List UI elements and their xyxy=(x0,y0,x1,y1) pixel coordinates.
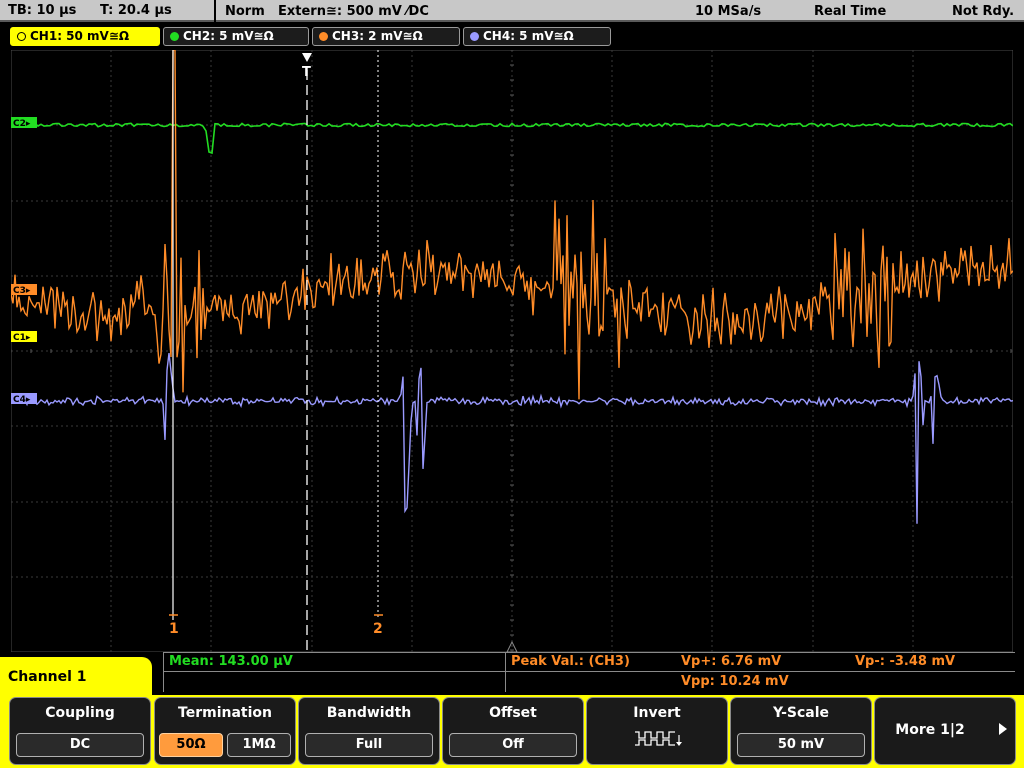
tab-ch3-label: CH3: 2 mV≅Ω xyxy=(332,29,423,43)
ch3-offset-marker[interactable]: C3▸ xyxy=(11,284,37,296)
offset-softkey[interactable]: Offset Off xyxy=(442,697,584,765)
ch4-offset-marker[interactable]: C4▸ xyxy=(11,393,37,405)
tab-ch4[interactable]: CH4: 5 mV≅Ω xyxy=(463,27,611,46)
mean-measurement: Mean: 143.00 µV xyxy=(169,654,293,669)
softkey-bar: Coupling DC Termination 50Ω 1MΩ Bandwidt… xyxy=(0,695,1024,768)
status-bar: TB: 10 µs T: 20.4 µs Norm Extern≅: 500 m… xyxy=(0,0,1024,24)
more-label: More 1|2 xyxy=(895,722,965,738)
acquisition-mode: Real Time xyxy=(814,4,887,19)
yscale-title: Y-Scale xyxy=(772,705,829,721)
trigger-marker-label: T xyxy=(302,65,311,80)
peak-value-label: Peak Val.: (CH3) xyxy=(511,654,630,669)
ch2-offset-label: C2▸ xyxy=(13,119,31,129)
ch1-dot-icon xyxy=(17,32,26,41)
coupling-title: Coupling xyxy=(45,705,115,721)
cursor-1-label: 1 xyxy=(169,621,179,637)
tab-ch3[interactable]: CH3: 2 mV≅Ω xyxy=(312,27,460,46)
arrow-right-icon xyxy=(999,723,1007,735)
measurement-panel: Mean: 143.00 µV Peak Val.: (CH3) Vp+: 6.… xyxy=(163,652,1015,692)
invert-waveform-icon xyxy=(635,731,682,746)
tab-ch1[interactable]: CH1: 50 mV≅Ω xyxy=(10,27,160,46)
ch2-offset-marker[interactable]: C2▸ xyxy=(11,117,37,129)
vpp-measurement: Vpp: 10.24 mV xyxy=(681,674,789,689)
coupling-value[interactable]: DC xyxy=(16,733,144,757)
ch2-dot-icon xyxy=(170,32,179,41)
trigger-mode: Norm xyxy=(225,4,265,19)
termination-1mohm[interactable]: 1MΩ xyxy=(227,733,291,757)
cursor-2-label: 2 xyxy=(373,621,383,637)
offset-title: Offset xyxy=(489,705,537,721)
tab-ch2[interactable]: CH2: 5 mV≅Ω xyxy=(163,27,309,46)
ch4-offset-label: C4▸ xyxy=(13,395,31,405)
offset-value[interactable]: Off xyxy=(449,733,577,757)
termination-50ohm[interactable]: 50Ω xyxy=(159,733,223,757)
coupling-softkey[interactable]: Coupling DC xyxy=(9,697,151,765)
meas-divider-mid xyxy=(163,671,1015,672)
yscale-softkey[interactable]: Y-Scale 50 mV xyxy=(730,697,872,765)
acquisition-state: Not Rdy. xyxy=(952,4,1015,19)
timebase-box[interactable]: TB: 10 µs T: 20.4 µs xyxy=(0,0,214,22)
invert-title: Invert xyxy=(633,705,681,721)
termination-title: Termination xyxy=(178,705,272,721)
tab-ch2-label: CH2: 5 mV≅Ω xyxy=(183,29,274,43)
ch1-offset-marker[interactable]: C1▸ xyxy=(11,331,37,343)
tab-ch4-label: CH4: 5 mV≅Ω xyxy=(483,29,574,43)
bandwidth-value[interactable]: Full xyxy=(305,733,433,757)
vp-plus-measurement: Vp+: 6.76 mV xyxy=(681,654,782,669)
invert-softkey[interactable]: Invert xyxy=(586,697,728,765)
tab-ch1-label: CH1: 50 mV≅Ω xyxy=(30,29,130,43)
ch3-dot-icon xyxy=(319,32,328,41)
trigger-position-readout: T: 20.4 µs xyxy=(100,3,172,18)
vp-minus-measurement: Vp-: -3.48 mV xyxy=(855,654,956,669)
bandwidth-softkey[interactable]: Bandwidth Full xyxy=(298,697,440,765)
meas-divider-v1 xyxy=(505,652,506,692)
meas-divider-v2 xyxy=(163,652,164,692)
timebase-readout: TB: 10 µs xyxy=(8,3,77,18)
sample-rate: 10 MSa/s xyxy=(695,4,762,19)
bandwidth-title: Bandwidth xyxy=(326,705,412,721)
menu-title: Channel 1 xyxy=(0,657,152,697)
ch3-offset-label: C3▸ xyxy=(13,286,31,296)
termination-softkey[interactable]: Termination 50Ω 1MΩ xyxy=(154,697,296,765)
ch4-dot-icon xyxy=(470,32,479,41)
yscale-value[interactable]: 50 mV xyxy=(737,733,865,757)
ch1-offset-label: C1▸ xyxy=(13,333,31,343)
waveform-display[interactable]: 1 2 T C2▸ C3▸ C1▸ C4▸ xyxy=(11,50,1013,652)
more-softkey[interactable]: More 1|2 xyxy=(874,697,1016,765)
trigger-source: Extern≅: 500 mV ⁄DC xyxy=(278,4,429,19)
